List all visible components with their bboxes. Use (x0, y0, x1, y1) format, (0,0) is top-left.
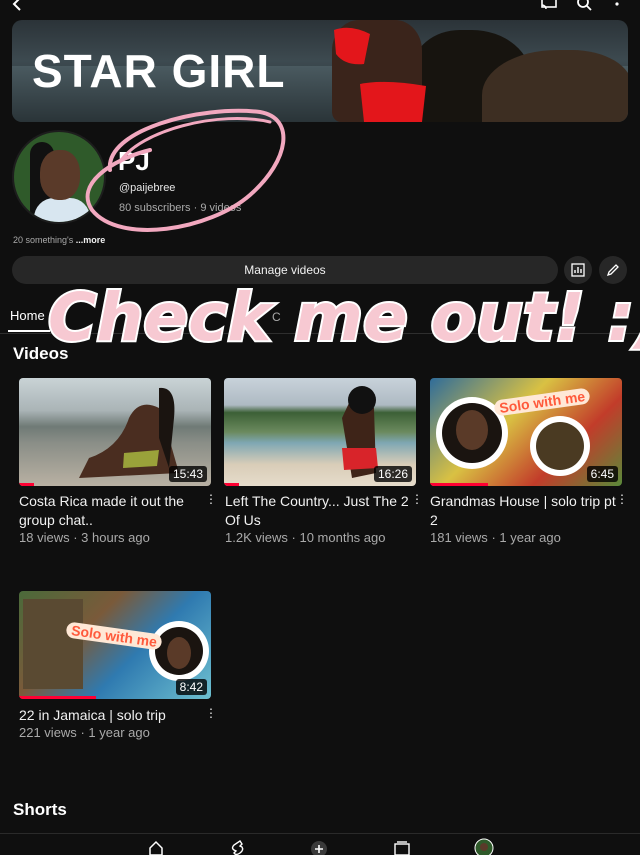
video-title[interactable]: Costa Rica made it out the group chat.. (19, 492, 205, 530)
back-icon[interactable] (10, 0, 26, 12)
meta-separator: · (80, 725, 85, 740)
video-views: 18 views (19, 530, 70, 545)
video-age: 10 months ago (299, 530, 386, 545)
create-icon[interactable] (310, 840, 328, 855)
avatar-face (40, 150, 80, 200)
cast-icon[interactable] (540, 0, 558, 12)
watch-progress (19, 696, 96, 699)
overlay-text: Check me out! :) (46, 277, 640, 358)
watch-progress (224, 483, 240, 486)
video-meta: 18 views · 3 hours ago (19, 530, 150, 545)
video-title[interactable]: 22 in Jamaica | solo trip (19, 706, 205, 725)
shorts-section-title: Shorts (13, 800, 67, 819)
overlay-caption: Check me out! :) (48, 279, 640, 356)
subscriptions-icon[interactable] (394, 840, 410, 855)
video-age: 1 year ago (499, 530, 561, 545)
video-thumbnail[interactable]: 6:45 (430, 378, 622, 486)
video-views: 221 views (19, 725, 77, 740)
video-duration: 6:45 (586, 466, 618, 482)
video-title[interactable]: Grandmas House | solo trip pt 2 (430, 492, 616, 530)
video-age: 1 year ago (88, 725, 150, 740)
avatar-icon[interactable] (474, 838, 494, 855)
more-vert-icon[interactable] (612, 0, 622, 12)
meta-separator: · (291, 530, 296, 545)
pink-circle-annotation (85, 108, 286, 232)
video-menu-icon[interactable]: ⋮ (205, 706, 217, 720)
video-menu-icon[interactable]: ⋮ (411, 492, 423, 506)
video-age: 3 hours ago (81, 530, 150, 545)
video-duration: 16:26 (373, 466, 412, 482)
video-menu-icon[interactable]: ⋮ (205, 492, 217, 506)
video-thumbnail[interactable]: 15:43 (19, 378, 211, 486)
bottom-navigation (0, 833, 640, 855)
watch-progress (19, 483, 35, 486)
video-meta: 181 views · 1 year ago (430, 530, 561, 545)
meta-separator: · (73, 530, 78, 545)
video-thumbnail[interactable]: 8:42 (19, 591, 211, 699)
watch-progress (430, 483, 488, 486)
video-duration: 15:43 (168, 466, 207, 482)
shorts-icon[interactable] (230, 840, 246, 855)
video-thumbnail[interactable]: 16:26 (224, 378, 416, 486)
video-meta: 221 views · 1 year ago (19, 725, 150, 740)
banner-title: STAR GIRL (32, 45, 286, 97)
video-views: 1.2K views (225, 530, 288, 545)
bio-text: 20 something's (13, 235, 76, 245)
search-icon[interactable] (576, 0, 592, 12)
video-menu-icon[interactable]: ⋮ (616, 492, 628, 506)
home-icon[interactable] (148, 840, 164, 855)
banner-swimsuit (334, 27, 426, 122)
top-bar (0, 0, 640, 16)
video-views: 181 views (430, 530, 488, 545)
meta-separator: · (491, 530, 496, 545)
video-duration: 8:42 (175, 679, 207, 695)
video-meta: 1.2K views · 10 months ago (225, 530, 385, 545)
video-title[interactable]: Left The Country... Just The 2 Of Us (225, 492, 411, 530)
